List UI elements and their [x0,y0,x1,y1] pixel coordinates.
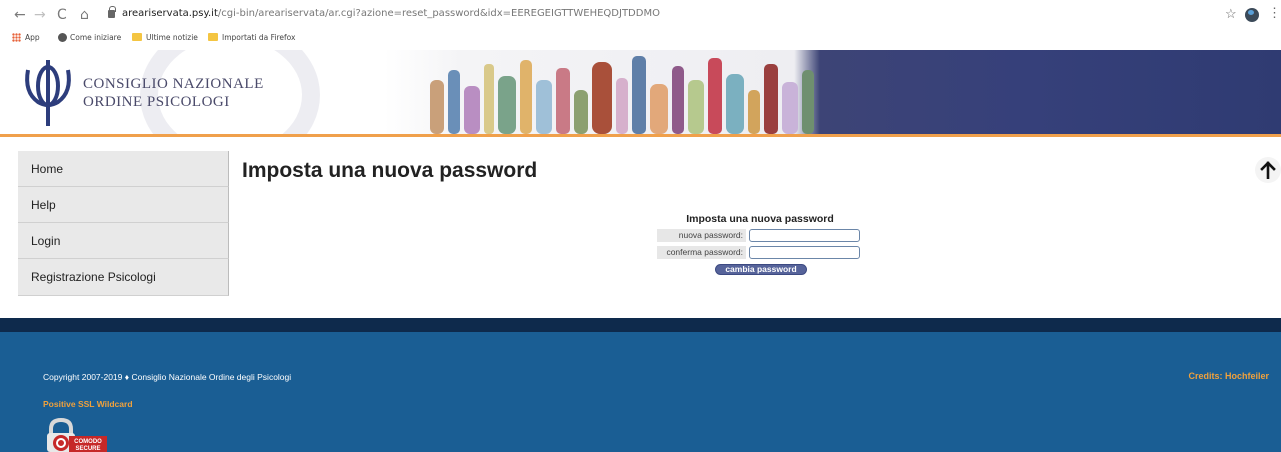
forward-arrow-icon[interactable]: → [34,7,46,23]
comodo-secure-badge[interactable]: COMODO SECURE [45,418,107,452]
sidebar-item-registration[interactable]: Registrazione Psicologi [18,259,229,296]
site-header: CONSIGLIO NAZIONALE ORDINE PSICOLOGI [0,50,1281,134]
bookmark-latest-news[interactable]: Ultime notizie [146,33,198,42]
back-arrow-icon[interactable]: ← [14,7,26,23]
page-title: Imposta una nuova password [242,159,538,182]
lock-icon [108,6,116,18]
credits-link[interactable]: Credits: Hochfeiler [1188,371,1269,381]
footer-top-band [0,318,1281,332]
ssl-certificate-link[interactable]: Positive SSL Wildcard [43,399,133,409]
profile-avatar-icon[interactable] [1245,8,1259,22]
sidebar-item-login[interactable]: Login [18,223,229,259]
header-accent-line [0,134,1281,137]
badge-text-comodo: COMODO [74,439,102,445]
address-bar[interactable]: areariservata.psy.it/cgi-bin/areariserva… [100,4,1230,26]
confirm-password-label: conferma password: [657,246,746,259]
browser-toolbar: ← → C ⌂ areariservata.psy.it/cgi-bin/are… [0,0,1281,30]
change-password-button[interactable]: cambia password [715,264,807,275]
site-footer [0,332,1281,452]
badge-text-secure: SECURE [75,446,100,452]
org-name-line-2: ORDINE PSICOLOGI [83,94,230,110]
bookmarks-bar: App Come iniziare Ultime notizie Importa… [0,30,1281,46]
new-password-row: nuova password: [657,229,867,242]
url-text[interactable]: areariservata.psy.it/cgi-bin/areariserva… [122,8,660,19]
sidebar-nav: Home Help Login Registrazione Psicologi [18,151,229,296]
confirm-password-row: conferma password: [657,246,867,259]
bookmark-get-started[interactable]: Come iniziare [70,33,121,42]
url-host: areariservata.psy.it [122,8,218,19]
url-path: /cgi-bin/areariservata/ar.cgi?azione=res… [217,8,660,19]
copyright-text: Copyright 2007-2019 ♦ Consiglio Nazional… [43,372,292,382]
new-password-input[interactable] [749,229,860,242]
bookmark-apps[interactable]: App [25,33,40,42]
form-title: Imposta una nuova password [686,213,834,225]
sidebar-item-help[interactable]: Help [18,187,229,223]
psi-logo-icon[interactable] [20,56,76,128]
browser-menu-icon[interactable]: ⋮ [1268,6,1281,20]
apps-grid-icon[interactable] [12,33,21,42]
sidebar-item-home[interactable]: Home [18,151,229,187]
folder-icon [208,33,218,41]
organization-name[interactable]: CONSIGLIO NAZIONALE ORDINE PSICOLOGI [83,75,264,111]
confirm-password-input[interactable] [749,246,860,259]
org-name-line-1: CONSIGLIO NAZIONALE [83,76,264,92]
bookmark-imported[interactable]: Importati da Firefox [222,33,295,42]
bookmark-star-icon[interactable]: ☆ [1225,7,1237,21]
scroll-to-top-icon[interactable] [1255,157,1281,183]
new-password-label: nuova password: [657,229,746,242]
reload-icon[interactable]: C [57,7,67,23]
home-icon[interactable]: ⌂ [80,7,89,23]
crowd-illustration [430,56,814,134]
folder-icon [132,33,142,41]
globe-icon [58,33,67,42]
